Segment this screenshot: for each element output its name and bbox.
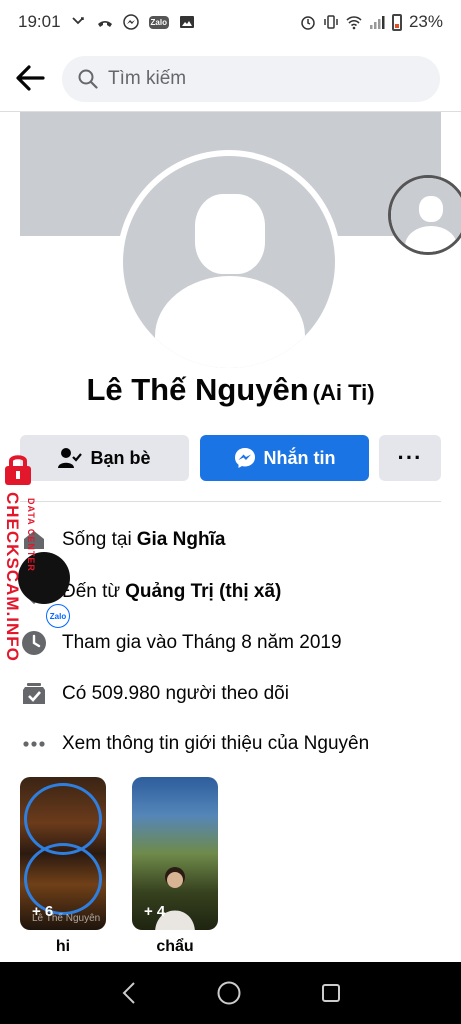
chat-head-avatar[interactable] (388, 175, 461, 255)
nav-recents-icon[interactable] (320, 982, 342, 1004)
message-button-label: Nhắn tin (263, 447, 336, 468)
from-prefix: Đến từ (62, 581, 121, 602)
info-from: Đến từ Quảng Trị (thị xã) (20, 577, 441, 607)
followers-text: Có 509.980 người theo dõi (62, 683, 289, 704)
profile-nickname: (Ai Ti) (312, 380, 375, 405)
messenger-icon (234, 448, 255, 468)
story-count: + 4 (144, 903, 166, 920)
message-button[interactable]: Nhắn tin (200, 435, 369, 481)
status-bar: 19:01 Zalo 23% (0, 0, 461, 44)
story-count: + 6 (32, 903, 54, 920)
wifi-icon (346, 16, 362, 30)
default-avatar-icon (123, 156, 335, 368)
info-lives-in: Sống tại Gia Nghĩa (20, 525, 441, 555)
watermark-text: CHECKSCAM.INFO (3, 492, 22, 662)
info-followers[interactable]: Có 509.980 người theo dõi (20, 679, 441, 709)
signal-icon (369, 16, 385, 29)
friends-button[interactable]: Bạn bè (20, 435, 189, 481)
top-header: Tìm kiếm (0, 44, 461, 112)
see-about-text: Xem thông tin giới thiệu của Nguyên (62, 733, 370, 754)
friends-button-label: Bạn bè (90, 447, 151, 468)
arrow-left-icon (16, 64, 45, 91)
more-dots-icon (20, 730, 48, 758)
profile-name-row: Lê Thế Nguyên (Ai Ti) (0, 372, 461, 408)
missed-call-icon (97, 21, 112, 27)
nav-back-icon[interactable] (119, 981, 139, 1005)
info-see-about[interactable]: Xem thông tin giới thiệu của Nguyên (20, 729, 441, 759)
followers-icon (20, 680, 48, 708)
more-dots-icon: ··· (397, 445, 423, 470)
missed-call-icon (71, 17, 84, 25)
story-highlight[interactable]: Lê Thế Nguyên + 6 (20, 777, 106, 930)
back-button[interactable] (0, 44, 60, 112)
more-options-button[interactable]: ··· (379, 435, 441, 481)
status-time: 19:01 (18, 12, 61, 31)
story-highlight[interactable]: + 4 (132, 777, 218, 930)
clock-icon (20, 629, 48, 657)
search-icon (78, 69, 98, 89)
nav-home-icon[interactable] (216, 980, 242, 1006)
story-label[interactable]: chẩu (132, 938, 218, 956)
messenger-notification-icon (122, 14, 139, 30)
divider (20, 501, 441, 502)
image-notification-icon (180, 16, 194, 28)
info-joined: Tham gia vào Tháng 8 năm 2019 (20, 628, 441, 658)
watermark-subtext: DATA CENTER (26, 498, 36, 572)
friend-check-icon (58, 448, 83, 468)
from-place[interactable]: Quảng Trị (thị xã) (125, 581, 281, 603)
lives-prefix: Sống tại (62, 529, 132, 550)
battery-icon (391, 13, 402, 31)
zalo-notification-icon: Zalo (148, 15, 169, 29)
default-avatar-icon (391, 178, 461, 252)
profile-name: Lê Thế Nguyên (86, 372, 309, 407)
battery-percent: 23% (408, 12, 443, 31)
search-placeholder: Tìm kiếm (108, 68, 187, 89)
vibrate-icon (324, 15, 338, 29)
alarm-icon (301, 16, 315, 30)
search-input[interactable]: Tìm kiếm (62, 56, 440, 102)
system-nav-bar (0, 962, 461, 1024)
story-label[interactable]: hi (20, 938, 106, 956)
zalo-badge: Zalo (46, 604, 70, 628)
lives-place[interactable]: Gia Nghĩa (137, 529, 226, 551)
joined-text: Tham gia vào Tháng 8 năm 2019 (62, 632, 342, 653)
profile-avatar[interactable] (117, 150, 341, 374)
lock-icon (5, 455, 31, 485)
